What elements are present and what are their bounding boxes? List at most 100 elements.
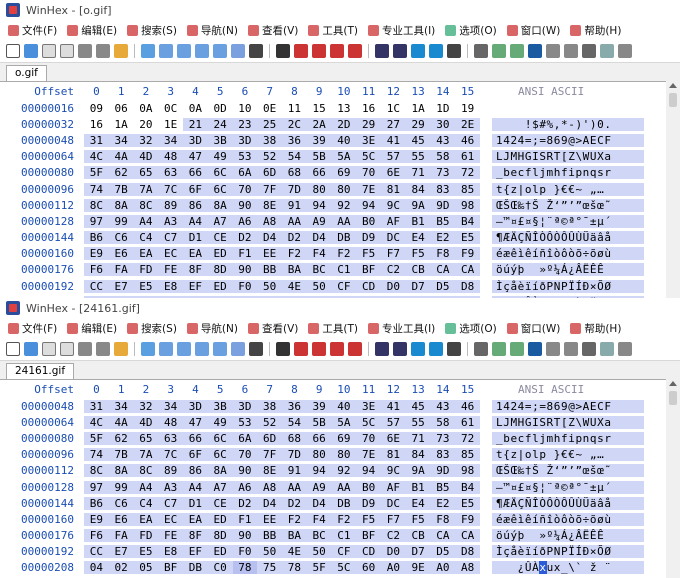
- hex-byte[interactable]: 85: [455, 182, 480, 196]
- properties-icon[interactable]: [96, 44, 110, 58]
- hex-byte[interactable]: 7A: [133, 182, 159, 196]
- hex-byte[interactable]: 84: [405, 182, 431, 196]
- winhex-app-icon[interactable]: [6, 3, 20, 17]
- hex-byte[interactable]: 5C: [356, 415, 381, 429]
- hex-byte[interactable]: CA: [430, 263, 456, 277]
- hex-byte[interactable]: 0A: [183, 102, 208, 115]
- open-file-icon[interactable]: [24, 342, 38, 356]
- hex-byte[interactable]: 6C: [207, 166, 233, 180]
- hex-byte[interactable]: D8: [455, 545, 480, 559]
- find-icon[interactable]: [276, 44, 290, 58]
- hex-byte[interactable]: F8: [430, 247, 456, 261]
- hex-byte[interactable]: 66: [306, 431, 332, 445]
- vertical-scrollbar[interactable]: [666, 81, 680, 298]
- hex-byte[interactable]: C1: [331, 529, 357, 543]
- menu-item-7[interactable]: 选项(O): [441, 321, 502, 336]
- hex-byte[interactable]: 8F: [183, 529, 208, 543]
- hex-byte[interactable]: BA: [282, 529, 307, 543]
- hex-byte[interactable]: 4C: [84, 150, 109, 164]
- menu-item-3[interactable]: 导航(N): [183, 23, 244, 38]
- hex-byte[interactable]: 36: [282, 399, 307, 413]
- hex-byte[interactable]: 16: [84, 118, 109, 131]
- hex-byte[interactable]: 86: [183, 464, 208, 478]
- hex-byte[interactable]: CF: [331, 545, 357, 559]
- hex-row[interactable]: 00000160 E9 E6 EA EC EA ED F1 EE F2 F4 F2 F5 F7 F5 F8 F9…: [0, 511, 680, 527]
- ascii-text[interactable]: öúýþ »º¼Á¿ÂËÊÊ: [492, 263, 644, 277]
- hex-byte[interactable]: D0: [381, 545, 406, 559]
- hex-byte[interactable]: F5: [356, 512, 381, 526]
- hex-byte[interactable]: 05: [133, 561, 159, 575]
- hex-byte[interactable]: 74: [84, 448, 109, 462]
- hex-byte[interactable]: 41: [381, 399, 406, 413]
- hex-byte[interactable]: F0: [232, 545, 258, 559]
- hex-byte[interactable]: 78: [282, 561, 307, 575]
- hex-byte[interactable]: DC: [381, 496, 406, 510]
- hex-byte[interactable]: A4: [133, 214, 159, 228]
- hex-byte[interactable]: E5: [133, 279, 159, 293]
- hex-byte[interactable]: FE: [158, 529, 183, 543]
- hex-byte[interactable]: 52: [257, 415, 282, 429]
- print-icon[interactable]: [78, 44, 92, 58]
- scroll-thumb[interactable]: [669, 93, 677, 107]
- hex-byte[interactable]: D5: [430, 545, 456, 559]
- hex-byte[interactable]: A9: [306, 480, 332, 494]
- hex-byte[interactable]: B6: [84, 231, 109, 245]
- menu-item-5[interactable]: 工具(T): [304, 321, 364, 336]
- hex-byte[interactable]: 29: [405, 117, 431, 131]
- settings-icon[interactable]: [582, 342, 596, 356]
- hex-byte[interactable]: 7B: [108, 182, 134, 196]
- hex-byte[interactable]: 75: [257, 561, 282, 575]
- hex-byte[interactable]: 7E: [356, 182, 381, 196]
- hex-byte[interactable]: BC: [306, 263, 332, 277]
- menu-item-2[interactable]: 搜索(S): [123, 23, 183, 38]
- hex-byte[interactable]: BF: [356, 263, 381, 277]
- hex-byte[interactable]: ED: [207, 545, 233, 559]
- menu-item-7[interactable]: 选项(O): [441, 23, 502, 38]
- disk-editor-icon[interactable]: [474, 342, 488, 356]
- hex-byte[interactable]: 6A: [232, 166, 258, 180]
- hex-byte[interactable]: 13: [332, 102, 357, 115]
- hex-byte[interactable]: 7A: [133, 448, 159, 462]
- hex-byte[interactable]: 38: [257, 133, 282, 147]
- hex-byte[interactable]: E4: [405, 496, 431, 510]
- hex-byte[interactable]: 3D: [232, 133, 258, 147]
- hex-byte[interactable]: 61: [455, 415, 480, 429]
- hex-byte[interactable]: 0E: [257, 102, 282, 115]
- hex-byte[interactable]: F4: [306, 512, 332, 526]
- hex-byte[interactable]: 78: [232, 561, 258, 575]
- hex-byte[interactable]: EC: [158, 247, 183, 261]
- hex-row[interactable]: 00000144 B6 C6 C4 C7 D1 CE D2 D4 D2 D4 DB D9 DC E4 E2 E5…: [0, 230, 680, 246]
- hex-byte[interactable]: 94: [306, 464, 332, 478]
- hex-byte[interactable]: A4: [133, 480, 159, 494]
- hex-byte[interactable]: 5B: [306, 150, 332, 164]
- hex-byte[interactable]: E8: [158, 279, 183, 293]
- hex-byte[interactable]: 21: [183, 117, 208, 131]
- hex-byte[interactable]: AF: [381, 214, 406, 228]
- scroll-up-icon[interactable]: [669, 83, 677, 88]
- hex-byte[interactable]: 4E: [282, 279, 307, 293]
- hex-byte[interactable]: FE: [158, 263, 183, 277]
- hex-byte[interactable]: F7: [381, 512, 406, 526]
- ram-editor-icon[interactable]: [492, 44, 506, 58]
- hex-byte[interactable]: 49: [207, 415, 233, 429]
- hex-byte[interactable]: F6: [84, 263, 109, 277]
- hex-byte[interactable]: 8A: [207, 198, 233, 212]
- hex-byte[interactable]: 65: [133, 166, 159, 180]
- save-as-icon[interactable]: [60, 342, 74, 356]
- hex-byte[interactable]: 63: [158, 166, 183, 180]
- hex-byte[interactable]: 4D: [133, 150, 159, 164]
- hex-byte[interactable]: 7F: [257, 448, 282, 462]
- hex-byte[interactable]: 8A: [108, 464, 134, 478]
- hex-byte[interactable]: 55: [405, 415, 431, 429]
- hex-byte[interactable]: 72: [455, 166, 480, 180]
- hex-byte[interactable]: 68: [282, 431, 307, 445]
- hex-byte[interactable]: 4A: [108, 150, 134, 164]
- hex-byte[interactable]: 2C: [282, 117, 307, 131]
- hex-byte[interactable]: 2A: [306, 117, 332, 131]
- hex-byte[interactable]: 90: [232, 198, 258, 212]
- ascii-text[interactable]: t{z|olp }€€~ „…: [492, 182, 644, 196]
- hex-byte[interactable]: 43: [430, 133, 456, 147]
- hex-byte[interactable]: 3B: [207, 133, 233, 147]
- hex-byte[interactable]: 16: [356, 102, 381, 115]
- hex-byte[interactable]: 36: [282, 133, 307, 147]
